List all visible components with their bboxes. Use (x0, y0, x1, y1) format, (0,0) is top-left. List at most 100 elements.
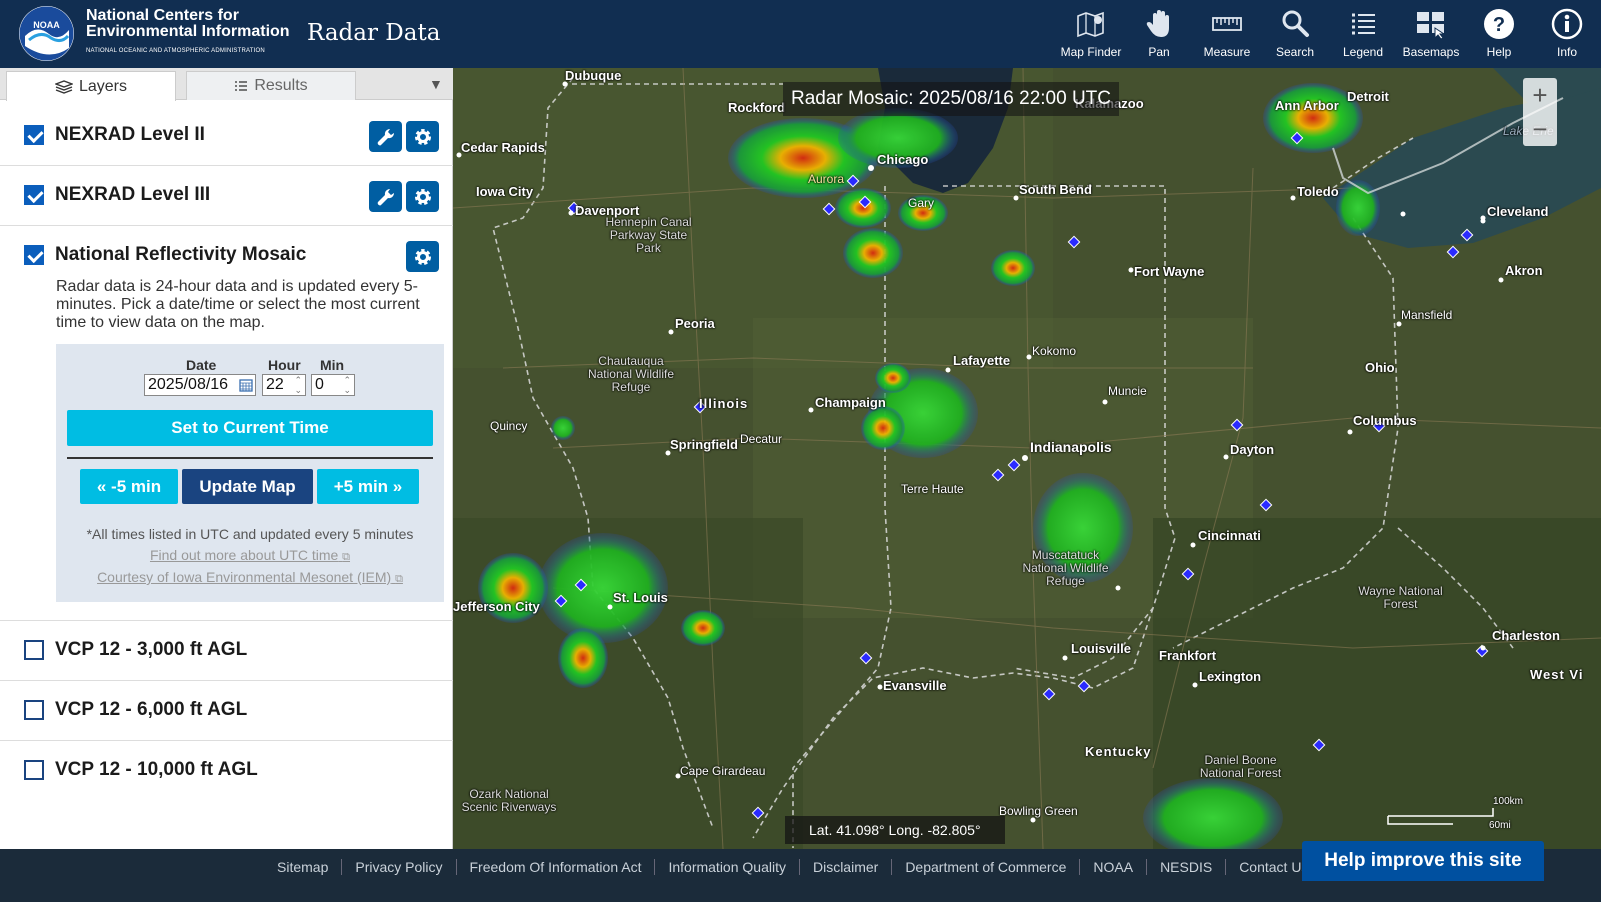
map-label: Dubuque (565, 68, 622, 83)
map-label: Ozark National Scenic Riverways (461, 787, 557, 814)
map-label: Louisville (1071, 641, 1131, 656)
map-label: Chicago (877, 152, 929, 167)
footer-link-foia[interactable]: Freedom Of Information Act (457, 859, 656, 875)
org-name: National Centers for Environmental Infor… (86, 8, 290, 59)
minus-5-min-button[interactable]: « -5 min (80, 469, 178, 504)
footer-link-nesdis[interactable]: NESDIS (1147, 859, 1227, 875)
layer-name: VCP 12 - 6,000 ft AGL (55, 699, 248, 720)
map-label: Cincinnati (1198, 528, 1261, 543)
utc-info-link[interactable]: Find out more about UTC time ⧉ (56, 547, 444, 564)
map-finder-icon (1077, 11, 1104, 38)
basemaps-button[interactable]: Basemaps (1397, 0, 1465, 68)
panel-tabs: Layers Results ▼ (0, 68, 453, 101)
legend-label: Legend (1342, 45, 1384, 59)
layer-settings-button[interactable] (406, 181, 439, 212)
min-spinner-icon[interactable]: ⌃ ⌄ (343, 375, 351, 395)
org-name-line1: National Centers for (86, 7, 239, 24)
layer-checkbox-vcp12-10000[interactable] (24, 760, 44, 780)
collapse-panel-icon[interactable]: ▼ (429, 76, 443, 92)
footer-link-commerce[interactable]: Department of Commerce (892, 859, 1081, 875)
info-button[interactable]: Info (1533, 0, 1601, 68)
layer-vcp12-10000: VCP 12 - 10,000 ft AGL (0, 741, 453, 801)
map-label: Cedar Rapids (461, 140, 545, 155)
layer-vcp12-3000: VCP 12 - 3,000 ft AGL (0, 621, 453, 681)
map-label: South Bend (1019, 182, 1092, 197)
help-label: Help (1486, 45, 1512, 59)
tab-layers-label: Layers (78, 77, 128, 95)
calendar-icon[interactable] (239, 378, 253, 392)
svg-text:NOAA: NOAA (33, 20, 60, 30)
pan-button[interactable]: Pan (1125, 0, 1193, 68)
layer-checkbox-reflectivity-mosaic[interactable] (24, 245, 44, 265)
layer-name: VCP 12 - 10,000 ft AGL (55, 759, 258, 780)
map-label: Cape Girardeau (680, 764, 766, 778)
feedback-button[interactable]: Help improve this site (1302, 841, 1544, 881)
zoom-out-icon[interactable]: − (1523, 112, 1557, 146)
map-label: Decatur (740, 432, 783, 446)
min-input[interactable]: 0 ⌃ ⌄ (311, 374, 355, 396)
footer-link-privacy[interactable]: Privacy Policy (342, 859, 457, 875)
hand-icon (1146, 10, 1169, 37)
map-label: Kokomo (1032, 344, 1077, 358)
tab-results[interactable]: Results (186, 71, 356, 100)
measure-button[interactable]: Measure (1193, 0, 1261, 68)
app-title: Radar Data (307, 20, 441, 46)
set-current-time-button[interactable]: Set to Current Time (67, 410, 433, 446)
update-map-button[interactable]: Update Map (182, 469, 313, 504)
zoom-in-icon[interactable]: + (1523, 78, 1557, 112)
layer-tools-button[interactable] (369, 181, 402, 212)
map-label: Quincy (490, 419, 528, 433)
footer-link-noaa[interactable]: NOAA (1080, 859, 1148, 875)
map-label: St. Louis (613, 590, 668, 605)
tab-layers[interactable]: Layers (6, 71, 176, 101)
layer-tools-button[interactable] (369, 121, 402, 152)
search-label: Search (1275, 45, 1315, 59)
map-label: West Vi (1530, 667, 1584, 682)
tab-results-label: Results (254, 77, 308, 94)
ruler-icon (1212, 17, 1242, 31)
map-label: Muscatatuck National Wildlife Refuge (1022, 548, 1109, 588)
search-button[interactable]: Search (1261, 0, 1329, 68)
map-label: Rockford (728, 100, 786, 115)
noaa-logo[interactable]: NOAA (19, 6, 74, 61)
layer-settings-button[interactable] (406, 241, 439, 272)
map-label: Gary (908, 196, 935, 210)
measure-label: Measure (1203, 45, 1251, 59)
map-view[interactable]: Dubuque Rockford Kalamazoo Ann Arbor Det… (453, 68, 1601, 849)
pan-label: Pan (1148, 45, 1170, 59)
hour-value: 22 (266, 376, 284, 393)
iem-link-text: Courtesy of Iowa Environmental Mesonet (… (97, 569, 392, 585)
hour-label: Hour (268, 357, 301, 373)
time-selector: Date Hour Min 2025/08/16 22 ⌃ ⌄ 0 ⌃ ⌄ Set … (56, 344, 444, 602)
map-label: Aurora (808, 172, 845, 186)
org-name-line2: Environmental Information (86, 23, 290, 40)
legend-button[interactable]: Legend (1329, 0, 1397, 68)
list-icon (235, 81, 248, 91)
layer-checkbox-nexrad-level-ii[interactable] (24, 125, 44, 145)
help-button[interactable]: ? Help (1465, 0, 1533, 68)
wrench-icon (377, 128, 394, 145)
scale-bar-mi: 60mi (1489, 820, 1511, 831)
help-icon: ? (1484, 9, 1514, 39)
hour-input[interactable]: 22 ⌃ ⌄ (262, 374, 306, 396)
external-link-icon: ⧉ (342, 551, 351, 563)
layer-settings-button[interactable] (406, 121, 439, 152)
layer-checkbox-nexrad-level-iii[interactable] (24, 185, 44, 205)
footer-link-disclaimer[interactable]: Disclaimer (800, 859, 893, 875)
footer-links: Sitemap Privacy Policy Freedom Of Inform… (264, 859, 1321, 875)
footer-link-sitemap[interactable]: Sitemap (264, 859, 343, 875)
date-value: 2025/08/16 (148, 376, 229, 393)
footer-link-info-quality[interactable]: Information Quality (655, 859, 800, 875)
layer-nexrad-level-iii: NEXRAD Level III (0, 166, 453, 226)
map-label: Columbus (1353, 413, 1417, 428)
plus-5-min-button[interactable]: +5 min » (317, 469, 419, 504)
utc-note: *All times listed in UTC and updated eve… (86, 526, 414, 542)
map-finder-button[interactable]: Map Finder (1057, 0, 1125, 68)
layer-checkbox-vcp12-3000[interactable] (24, 640, 44, 660)
date-label: Date (186, 357, 217, 373)
layer-checkbox-vcp12-6000[interactable] (24, 700, 44, 720)
basemaps-label: Basemaps (1402, 45, 1460, 59)
date-input[interactable]: 2025/08/16 (144, 374, 256, 396)
iem-link[interactable]: Courtesy of Iowa Environmental Mesonet (… (56, 569, 444, 586)
hour-spinner-icon[interactable]: ⌃ ⌄ (294, 375, 302, 395)
